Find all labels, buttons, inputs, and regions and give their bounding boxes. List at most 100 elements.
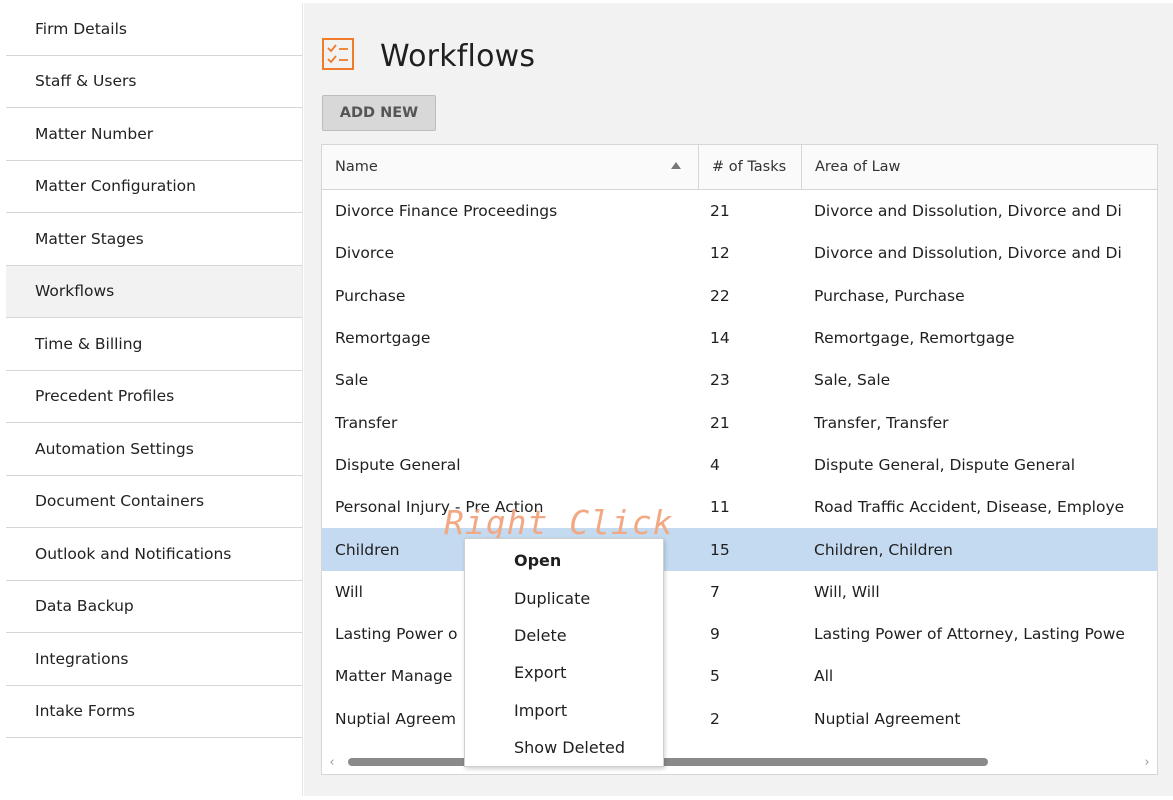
sort-ascending-icon (671, 162, 681, 169)
table-row[interactable]: Lasting Power o 9 Lasting Power of Attorne… (322, 613, 1157, 655)
cell-area-of-law: Divorce and Dissolution, Divorce and Di (814, 244, 1122, 263)
cell-name: Transfer (335, 413, 398, 432)
column-header-label: Name (335, 159, 378, 175)
table-row[interactable]: Will 7 Will, Will (322, 571, 1157, 613)
cell-tasks: 21 (710, 202, 730, 221)
sidebar-item-outlook-notifications[interactable]: Outlook and Notifications (6, 528, 302, 581)
page-header: Workflows (321, 37, 535, 75)
menu-item-export[interactable]: Export (465, 654, 663, 691)
table-header: Name # of Tasks Area of Law (322, 145, 1157, 190)
table-row[interactable]: Nuptial Agreem 2 Nuptial Agreement (322, 698, 1157, 740)
table-row[interactable]: Matter Manage 5 All (322, 655, 1157, 697)
cell-area-of-law: Lasting Power of Attorney, Lasting Powe (814, 625, 1125, 644)
cell-area-of-law: Divorce and Dissolution, Divorce and Di (814, 202, 1122, 221)
cell-name: Divorce (335, 244, 394, 263)
sidebar-item-precedent-profiles[interactable]: Precedent Profiles (6, 370, 302, 423)
sidebar-item-label: Firm Details (35, 19, 127, 38)
cell-tasks: 2 (710, 709, 720, 728)
sidebar-item-label: Intake Forms (35, 702, 135, 721)
table-row[interactable]: Divorce Finance Proceedings 21 Divorce and… (322, 190, 1157, 232)
cell-tasks: 15 (710, 540, 730, 559)
cell-area-of-law: Nuptial Agreement (814, 709, 961, 728)
table-row[interactable]: Purchase 22 Purchase, Purchase (322, 275, 1157, 317)
table-body: Divorce Finance Proceedings 21 Divorce and… (322, 190, 1157, 740)
sidebar-item-integrations[interactable]: Integrations (6, 633, 302, 686)
cell-area-of-law: Transfer, Transfer (814, 413, 949, 432)
table-row[interactable]: Dispute General 4 Dispute General, Dispute… (322, 444, 1157, 486)
cell-tasks: 5 (710, 667, 720, 686)
sidebar-item-intake-forms[interactable]: Intake Forms (6, 685, 302, 738)
cell-tasks: 23 (710, 371, 730, 390)
cell-name: Purchase (335, 286, 406, 305)
cell-area-of-law: Remortgage, Remortgage (814, 329, 1015, 348)
scroll-right-icon[interactable]: › (1137, 755, 1157, 770)
sidebar-item-matter-configuration[interactable]: Matter Configuration (6, 160, 302, 213)
main-panel: Workflows ADD NEW Name # of Tasks Area o… (304, 3, 1173, 796)
sidebar-item-label: Staff & Users (35, 72, 137, 91)
sidebar-item-label: Precedent Profiles (35, 387, 175, 406)
cell-tasks: 21 (710, 413, 730, 432)
settings-sidebar: Firm Details Staff & Users Matter Number… (6, 3, 303, 796)
cell-area-of-law: Sale, Sale (814, 371, 891, 390)
sidebar-item-matter-stages[interactable]: Matter Stages (6, 213, 302, 266)
column-header-name[interactable]: Name (322, 145, 698, 189)
table-row[interactable]: Remortgage 14 Remortgage, Remortgage (322, 317, 1157, 359)
table-row[interactable]: Sale 23 Sale, Sale (322, 359, 1157, 401)
menu-item-open[interactable]: Open (465, 542, 663, 579)
cell-tasks: 22 (710, 286, 730, 305)
cell-area-of-law: Dispute General, Dispute General (814, 455, 1076, 474)
sidebar-item-automation-settings[interactable]: Automation Settings (6, 423, 302, 476)
context-menu: Open Duplicate Delete Export Import Show… (464, 538, 664, 767)
right-click-annotation: Right Click (444, 503, 674, 542)
sidebar-item-label: Matter Number (35, 124, 154, 143)
sidebar-item-label: Integrations (35, 649, 129, 668)
sidebar-item-label: Automation Settings (35, 439, 194, 458)
sidebar-item-matter-number[interactable]: Matter Number (6, 108, 302, 161)
page-title: Workflows (380, 38, 536, 74)
cell-tasks: 7 (710, 582, 720, 601)
menu-item-import[interactable]: Import (465, 692, 663, 729)
menu-item-show-deleted[interactable]: Show Deleted (465, 729, 663, 766)
sidebar-item-workflows[interactable]: Workflows (6, 265, 302, 318)
sidebar-item-label: Time & Billing (35, 334, 143, 353)
sidebar-item-label: Workflows (35, 282, 115, 301)
column-header-label: # of Tasks (712, 159, 787, 175)
cell-name: Remortgage (335, 329, 431, 348)
cell-tasks: 14 (710, 329, 730, 348)
menu-item-delete[interactable]: Delete (465, 617, 663, 654)
column-header-label: Area of Law (815, 159, 901, 175)
workflows-table: Name # of Tasks Area of Law Divorce Fina… (321, 144, 1158, 775)
cell-area-of-law: Will, Will (814, 582, 880, 601)
horizontal-scrollbar[interactable]: ‹ › (322, 750, 1157, 774)
add-new-button[interactable]: ADD NEW (322, 95, 436, 131)
cell-tasks: 9 (710, 625, 720, 644)
cell-tasks: 4 (710, 455, 720, 474)
table-row[interactable]: Divorce 12 Divorce and Dissolution, Divorc… (322, 232, 1157, 274)
cell-area-of-law: All (814, 667, 834, 686)
cell-area-of-law: Road Traffic Accident, Disease, Employe (814, 498, 1125, 517)
cell-area-of-law: Purchase, Purchase (814, 286, 965, 305)
table-row[interactable]: Transfer 21 Transfer, Transfer (322, 401, 1157, 443)
sidebar-item-time-billing[interactable]: Time & Billing (6, 318, 302, 371)
column-header-area-of-law[interactable]: Area of Law (801, 145, 1157, 189)
cell-tasks: 12 (710, 244, 730, 263)
sidebar-item-label: Document Containers (35, 492, 205, 511)
column-header-tasks[interactable]: # of Tasks (698, 145, 801, 189)
cell-name: Divorce Finance Proceedings (335, 202, 558, 221)
menu-item-duplicate[interactable]: Duplicate (465, 579, 663, 616)
sidebar-item-label: Data Backup (35, 597, 134, 616)
sidebar-item-label: Outlook and Notifications (35, 544, 232, 563)
sidebar-item-data-backup[interactable]: Data Backup (6, 580, 302, 633)
sidebar-item-staff-users[interactable]: Staff & Users (6, 55, 302, 108)
cell-name: Dispute General (335, 455, 461, 474)
cell-name: Sale (335, 371, 369, 390)
scrollbar-thumb[interactable] (348, 758, 988, 766)
scroll-left-icon[interactable]: ‹ (322, 755, 342, 770)
sidebar-item-label: Matter Stages (35, 229, 144, 248)
checklist-icon (321, 37, 355, 75)
cell-tasks: 11 (710, 498, 730, 517)
sidebar-item-document-containers[interactable]: Document Containers (6, 475, 302, 528)
sidebar-item-label: Matter Configuration (35, 177, 196, 196)
cell-area-of-law: Children, Children (814, 540, 953, 559)
sidebar-item-firm-details[interactable]: Firm Details (6, 3, 302, 56)
